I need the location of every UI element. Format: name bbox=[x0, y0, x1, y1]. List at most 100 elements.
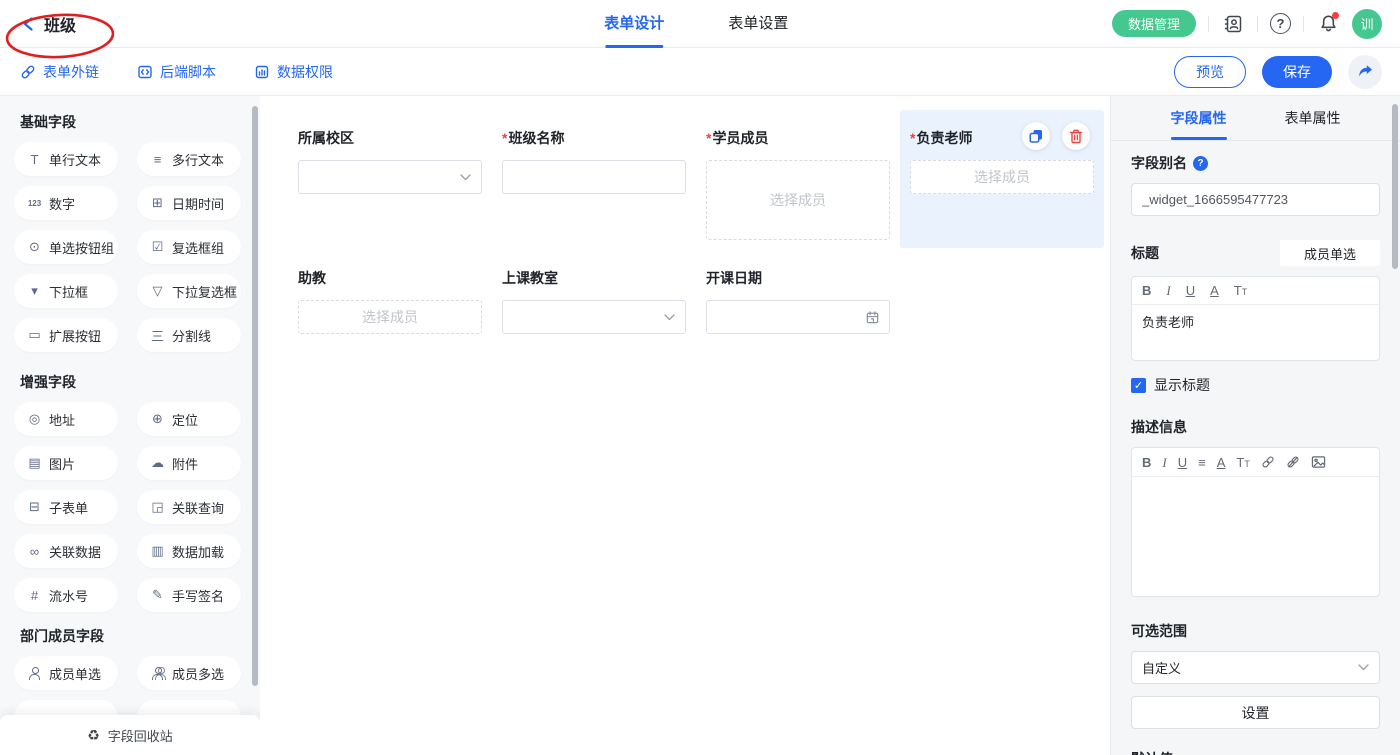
remove-link-icon[interactable] bbox=[1286, 455, 1300, 469]
field-item-attachment[interactable]: ☁附件 bbox=[137, 446, 241, 480]
description-editor[interactable]: B I U ≡ A TT bbox=[1131, 447, 1380, 597]
section-title-basic-fields: 基础字段 bbox=[14, 112, 246, 132]
title-editor[interactable]: B I U A TT 负责老师 bbox=[1131, 276, 1380, 361]
alias-help-icon[interactable]: ? bbox=[1193, 156, 1208, 171]
field-item-dropdown[interactable]: ▾下拉框 bbox=[14, 274, 118, 308]
notification-bell-icon[interactable] bbox=[1316, 12, 1340, 36]
assistant-picker[interactable]: 选择成员 bbox=[298, 300, 482, 334]
font-color-icon[interactable]: A bbox=[1210, 284, 1219, 297]
field-item-signature[interactable]: ✎手写签名 bbox=[137, 578, 241, 612]
form-canvas[interactable]: 所属校区 班级名称 学员成员 选择成员 负责老师 选择成员 bbox=[260, 96, 1110, 755]
field-recycle-bin[interactable]: ♻ 字段回收站 bbox=[0, 715, 260, 755]
tab-form-design[interactable]: 表单设计 bbox=[604, 0, 664, 48]
description-editor-content[interactable] bbox=[1132, 477, 1379, 596]
share-button[interactable] bbox=[1348, 55, 1382, 89]
tab-form-settings[interactable]: 表单设置 bbox=[728, 0, 788, 48]
panel-scrollbar[interactable] bbox=[1392, 104, 1398, 269]
header-tabs: 表单设计 表单设置 bbox=[604, 0, 788, 48]
field-lead-teacher-selected[interactable]: 负责老师 选择成员 bbox=[900, 110, 1104, 248]
start-date-input[interactable] bbox=[706, 300, 890, 334]
insert-link-icon[interactable] bbox=[1261, 455, 1275, 469]
field-classroom[interactable]: 上课教室 bbox=[492, 250, 696, 342]
data-manage-button[interactable]: 数据管理 bbox=[1112, 10, 1196, 37]
linked-data-icon: ∞ bbox=[27, 544, 42, 559]
field-class-name[interactable]: 班级名称 bbox=[492, 110, 696, 250]
back-button[interactable]: 班级 bbox=[22, 12, 76, 36]
font-size-icon[interactable]: TT bbox=[1236, 456, 1249, 469]
calendar-icon bbox=[865, 310, 880, 325]
field-assistant[interactable]: 助教 选择成员 bbox=[288, 250, 492, 342]
italic-icon[interactable]: I bbox=[1166, 284, 1170, 297]
script-icon bbox=[137, 64, 153, 80]
contacts-icon[interactable] bbox=[1221, 12, 1245, 36]
underline-icon[interactable]: U bbox=[1186, 284, 1195, 297]
campus-select[interactable] bbox=[298, 160, 482, 194]
tab-field-properties[interactable]: 字段属性 bbox=[1171, 96, 1227, 140]
extend-button-icon: ▭ bbox=[27, 327, 42, 343]
show-title-checkbox[interactable]: ✓ bbox=[1131, 378, 1146, 393]
field-item-divider[interactable]: 三分割线 bbox=[137, 318, 241, 352]
field-item-address[interactable]: ◎地址 bbox=[14, 402, 118, 436]
bold-icon[interactable]: B bbox=[1142, 284, 1151, 297]
copy-field-button[interactable] bbox=[1022, 122, 1050, 150]
field-label: 所属校区 bbox=[298, 130, 354, 146]
font-size-icon[interactable]: TT bbox=[1234, 284, 1247, 297]
field-item-datetime[interactable]: ⊞日期时间 bbox=[137, 186, 241, 220]
field-item-member-single[interactable]: 成员单选 bbox=[14, 656, 118, 690]
toolbar-link-label: 后端脚本 bbox=[160, 62, 216, 82]
field-item-number[interactable]: 123数字 bbox=[14, 186, 118, 220]
avatar[interactable]: 训 bbox=[1352, 9, 1382, 39]
insert-image-icon[interactable] bbox=[1311, 455, 1326, 469]
field-item-data-load[interactable]: ▥数据加载 bbox=[137, 534, 241, 568]
alias-input[interactable] bbox=[1131, 183, 1380, 216]
form-external-link[interactable]: 表单外链 bbox=[20, 62, 99, 82]
field-item-radio-group[interactable]: ⊙单选按钮组 bbox=[14, 230, 118, 264]
field-student-members[interactable]: 学员成员 选择成员 bbox=[696, 110, 900, 250]
student-member-picker[interactable]: 选择成员 bbox=[706, 160, 890, 240]
preview-button[interactable]: 预览 bbox=[1174, 56, 1246, 88]
italic-icon[interactable]: I bbox=[1162, 456, 1166, 469]
subform-icon: ⊟ bbox=[27, 499, 42, 515]
field-item-extend-button[interactable]: ▭扩展按钮 bbox=[14, 318, 118, 352]
tab-form-properties[interactable]: 表单属性 bbox=[1285, 96, 1341, 140]
member-multi-icon bbox=[150, 667, 165, 680]
field-item-locate[interactable]: ⊕定位 bbox=[137, 402, 241, 436]
divider-icon: 三 bbox=[150, 326, 165, 345]
linked-query-icon: ◲ bbox=[150, 499, 165, 515]
align-icon[interactable]: ≡ bbox=[1198, 456, 1206, 469]
field-item-member-multi[interactable]: 成员多选 bbox=[137, 656, 241, 690]
bold-icon[interactable]: B bbox=[1142, 456, 1151, 469]
class-name-input[interactable] bbox=[502, 160, 686, 194]
range-select[interactable]: 自定义 bbox=[1131, 651, 1380, 684]
field-item-multi-line-text[interactable]: ≡多行文本 bbox=[137, 142, 241, 176]
help-icon[interactable]: ? bbox=[1270, 13, 1291, 34]
description-editor-toolbar: B I U ≡ A TT bbox=[1132, 448, 1379, 477]
field-item-linked-data[interactable]: ∞关联数据 bbox=[14, 534, 118, 568]
range-label: 可选范围 bbox=[1131, 621, 1380, 641]
field-item-single-line-text[interactable]: T单行文本 bbox=[14, 142, 118, 176]
save-button[interactable]: 保存 bbox=[1262, 56, 1332, 88]
field-campus[interactable]: 所属校区 bbox=[288, 110, 492, 250]
lead-teacher-picker[interactable]: 选择成员 bbox=[910, 160, 1094, 194]
field-item-serial-number[interactable]: #流水号 bbox=[14, 578, 118, 612]
field-item-subform[interactable]: ⊟子表单 bbox=[14, 490, 118, 524]
recycle-icon: ♻ bbox=[87, 727, 100, 744]
field-item-multi-dropdown[interactable]: ▽下拉复选框 bbox=[137, 274, 241, 308]
data-permission-link[interactable]: 数据权限 bbox=[254, 62, 333, 82]
basic-fields-grid: T单行文本 ≡多行文本 123数字 ⊞日期时间 ⊙单选按钮组 ☑复选框组 ▾下拉… bbox=[14, 142, 246, 352]
show-title-label: 显示标题 bbox=[1154, 375, 1210, 395]
delete-field-button[interactable] bbox=[1062, 122, 1090, 150]
classroom-select[interactable] bbox=[502, 300, 686, 334]
title-editor-content[interactable]: 负责老师 bbox=[1132, 305, 1379, 360]
font-color-icon[interactable]: A bbox=[1217, 456, 1226, 469]
sidebar-scrollbar[interactable] bbox=[252, 106, 258, 686]
properties-panel: 字段属性 表单属性 字段别名 ? 标题 成员单选 B I U A TT bbox=[1110, 96, 1400, 755]
field-start-date[interactable]: 开课日期 bbox=[696, 250, 900, 342]
field-item-image[interactable]: ▤图片 bbox=[14, 446, 118, 480]
field-item-checkbox-group[interactable]: ☑复选框组 bbox=[137, 230, 241, 264]
field-item-linked-query[interactable]: ◲关联查询 bbox=[137, 490, 241, 524]
description-label: 描述信息 bbox=[1131, 417, 1380, 437]
underline-icon[interactable]: U bbox=[1178, 456, 1187, 469]
backend-script-link[interactable]: 后端脚本 bbox=[137, 62, 216, 82]
range-settings-button[interactable]: 设置 bbox=[1131, 696, 1380, 729]
